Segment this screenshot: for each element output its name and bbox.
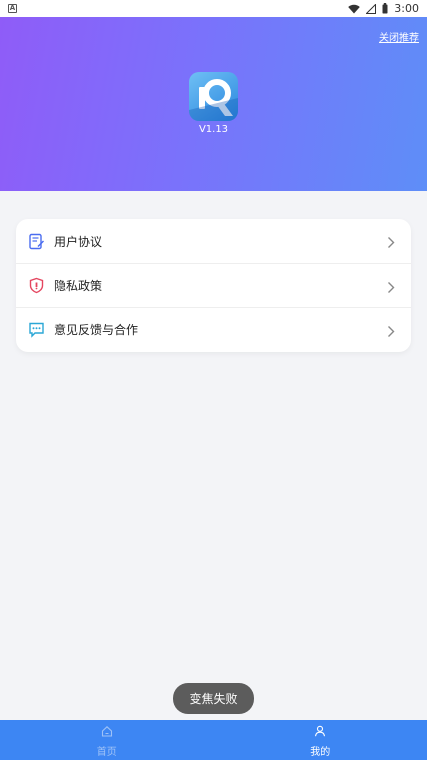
app-logo-icon (189, 72, 238, 121)
shield-icon (28, 277, 45, 294)
user-icon (314, 722, 326, 741)
status-time: 3:00 (394, 2, 419, 15)
status-right: 3:00 (348, 2, 419, 15)
profile-header: 关闭推荐 V1.13 (0, 17, 427, 191)
home-icon (101, 722, 113, 741)
status-left: A (8, 4, 17, 13)
settings-menu: 用户协议 隐私政策 意见反馈与合作 (16, 219, 411, 352)
menu-item-user-agreement[interactable]: 用户协议 (16, 219, 411, 263)
menu-item-label: 用户协议 (54, 234, 103, 249)
menu-item-privacy-policy[interactable]: 隐私政策 (16, 263, 411, 307)
menu-item-feedback[interactable]: 意见反馈与合作 (16, 307, 411, 351)
battery-icon (382, 3, 388, 14)
chevron-right-icon (387, 234, 395, 253)
menu-item-label: 隐私政策 (54, 279, 103, 293)
notification-icon: A (8, 4, 17, 13)
chevron-right-icon (387, 323, 395, 342)
chevron-right-icon (387, 279, 395, 298)
document-icon (28, 233, 45, 250)
status-bar: A 3:00 (0, 0, 427, 17)
tab-home[interactable]: 首页 (0, 720, 214, 760)
wifi-icon (348, 4, 361, 14)
signal-icon (366, 3, 377, 14)
bottom-navigation: 首页 我的 (0, 720, 427, 760)
app-version: V1.13 (198, 124, 229, 135)
chat-bubble-icon (28, 321, 45, 338)
tab-mine[interactable]: 我的 (214, 720, 427, 760)
tab-mine-label: 我的 (310, 747, 331, 758)
toast-message: 变焦失败 (173, 683, 254, 714)
tab-home-label: 首页 (96, 747, 117, 758)
menu-item-label: 意见反馈与合作 (54, 323, 139, 337)
close-recommend-link[interactable]: 关闭推荐 (379, 29, 419, 44)
